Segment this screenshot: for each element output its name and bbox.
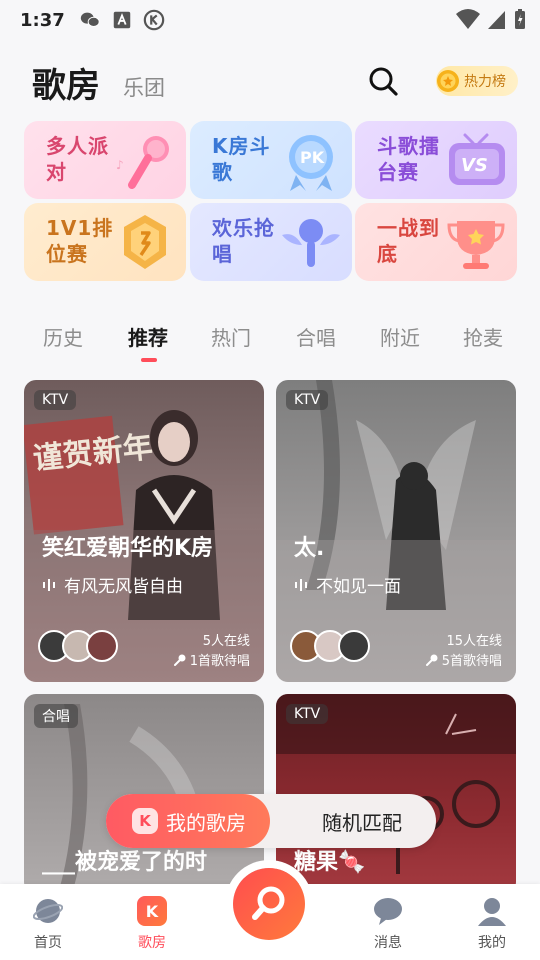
tab-hot[interactable]: 热门 bbox=[211, 322, 251, 351]
nav-label: 我的 bbox=[478, 935, 506, 951]
room-now-playing: 不如见一面 bbox=[294, 572, 401, 597]
tab-history[interactable]: 历史 bbox=[43, 322, 83, 351]
hot-ranking-label: 热力榜 bbox=[464, 74, 506, 90]
room-type-badge: 合唱 bbox=[34, 704, 78, 728]
mic-small-icon bbox=[425, 654, 438, 666]
search-icon[interactable] bbox=[366, 64, 400, 98]
svg-text:♪: ♪ bbox=[116, 158, 124, 172]
hot-ranking-button[interactable]: 热力榜 bbox=[436, 66, 518, 96]
pk-art-text: PK bbox=[300, 148, 325, 167]
karaoke-app-icon bbox=[143, 9, 165, 31]
wifi-icon bbox=[456, 9, 480, 29]
tab-recommended[interactable]: 推荐 bbox=[128, 322, 168, 351]
avatar bbox=[86, 630, 118, 662]
room-card[interactable]: 谨贺新年 KTV 笑红爱朝华的K房 有风无风皆自由 5人在线 1首歌待唱 bbox=[24, 380, 264, 682]
vs-art-text: VS bbox=[461, 155, 488, 176]
room-type-badge: KTV bbox=[286, 390, 329, 410]
pk-badge-icon: PK bbox=[289, 135, 333, 191]
nav-home[interactable]: 首页 bbox=[8, 896, 88, 952]
nav-label: 首页 bbox=[34, 935, 62, 951]
page-title: 歌房 bbox=[32, 66, 100, 106]
feature-label: 一战到底 bbox=[377, 216, 440, 266]
avatar bbox=[338, 630, 370, 662]
tab-indicator bbox=[141, 358, 157, 362]
room-title: 笑红爱朝华的K房 bbox=[42, 536, 214, 561]
feature-k-room-battle[interactable]: K房斗歌 PK bbox=[190, 121, 352, 199]
nav-room[interactable]: K 歌房 bbox=[112, 896, 192, 952]
status-bar: 1:37 bbox=[0, 0, 540, 40]
room-song-name: 不如见一面 bbox=[316, 577, 401, 597]
microphone-icon bbox=[252, 886, 285, 920]
wechat-icon bbox=[80, 12, 100, 27]
feature-label: 欢乐抢唱 bbox=[212, 216, 275, 266]
notification-icons bbox=[79, 9, 165, 31]
nav-label: 歌房 bbox=[138, 935, 166, 951]
user-icon bbox=[478, 898, 506, 926]
room-type-badge: KTV bbox=[286, 704, 329, 724]
tab-chorus[interactable]: 合唱 bbox=[296, 322, 336, 351]
status-time: 1:37 bbox=[20, 9, 65, 31]
room-avatars bbox=[290, 630, 370, 662]
room-queue-count: 5首歌待唱 bbox=[441, 654, 502, 669]
category-tabs: 历史 推荐 热门 合唱 附近 抢麦 bbox=[0, 322, 540, 362]
room-type-badge: KTV bbox=[34, 390, 77, 410]
signal-icon bbox=[488, 11, 505, 29]
room-queue: 5首歌待唱 bbox=[425, 650, 502, 669]
my-room-button[interactable]: K 我的歌房 bbox=[106, 794, 270, 848]
microphone-icon: ♪ bbox=[116, 136, 169, 189]
chat-bubble-icon bbox=[374, 898, 402, 925]
room-queue-count: 1首歌待唱 bbox=[189, 654, 250, 669]
nav-messages[interactable]: 消息 bbox=[348, 896, 428, 952]
room-title: 太. bbox=[294, 536, 325, 561]
tab-nearby[interactable]: 附近 bbox=[380, 322, 420, 351]
feature-arena-battle[interactable]: 斗歌擂台赛 VS bbox=[355, 121, 517, 199]
room-queue: 1首歌待唱 bbox=[173, 650, 250, 669]
mic-small-icon bbox=[173, 654, 186, 666]
feature-label: 斗歌擂台赛 bbox=[377, 134, 440, 184]
rank-medal-icon bbox=[124, 215, 166, 269]
k-room-icon: K bbox=[132, 808, 158, 834]
feature-multiplayer-party[interactable]: 多人派对 ♪ bbox=[24, 121, 186, 199]
room-song-name: 有风无风皆自由 bbox=[64, 577, 183, 597]
feature-fight-to-end[interactable]: 一战到底 bbox=[355, 203, 517, 281]
sound-wave-icon bbox=[43, 578, 55, 591]
room-card[interactable]: KTV 太. 不如见一面 15人在线 5首歌待唱 bbox=[276, 380, 516, 682]
system-icons bbox=[456, 8, 526, 30]
my-room-label: 我的歌房 bbox=[166, 810, 246, 835]
k-room-nav-icon: K bbox=[137, 896, 167, 926]
feature-1v1-ranked[interactable]: 1V1排位赛 bbox=[24, 203, 186, 281]
font-app-icon bbox=[113, 11, 131, 29]
battery-icon bbox=[515, 9, 525, 29]
feature-label: 1V1排位赛 bbox=[46, 216, 114, 266]
room-now-playing: 有风无风皆自由 bbox=[42, 572, 183, 597]
room-online-count: 5人在线 bbox=[202, 634, 250, 649]
planet-icon bbox=[33, 899, 63, 923]
sound-wave-icon bbox=[295, 578, 307, 591]
nav-label: 消息 bbox=[374, 935, 402, 951]
feature-label: K房斗歌 bbox=[212, 134, 271, 184]
medal-icon bbox=[437, 70, 459, 92]
room-title: ___被宠爱了的时 bbox=[42, 850, 208, 875]
room-avatars bbox=[38, 630, 118, 662]
nav-mine[interactable]: 我的 bbox=[452, 896, 532, 952]
room-title: 糖果🍬 bbox=[294, 850, 366, 875]
winged-mic-icon bbox=[282, 219, 340, 267]
room-online-count: 15人在线 bbox=[446, 634, 502, 649]
tv-vs-icon: VS bbox=[449, 133, 505, 185]
tab-band[interactable]: 乐团 bbox=[123, 72, 165, 102]
random-match-button[interactable]: 随机匹配 bbox=[290, 794, 434, 848]
sing-button[interactable] bbox=[233, 868, 305, 940]
feature-label: 多人派对 bbox=[46, 134, 109, 184]
header: 歌房 乐团 热力榜 bbox=[0, 50, 540, 110]
trophy-icon bbox=[447, 221, 505, 269]
feature-happy-grab-sing[interactable]: 欢乐抢唱 bbox=[190, 203, 352, 281]
tab-grab-mic[interactable]: 抢麦 bbox=[463, 322, 503, 351]
